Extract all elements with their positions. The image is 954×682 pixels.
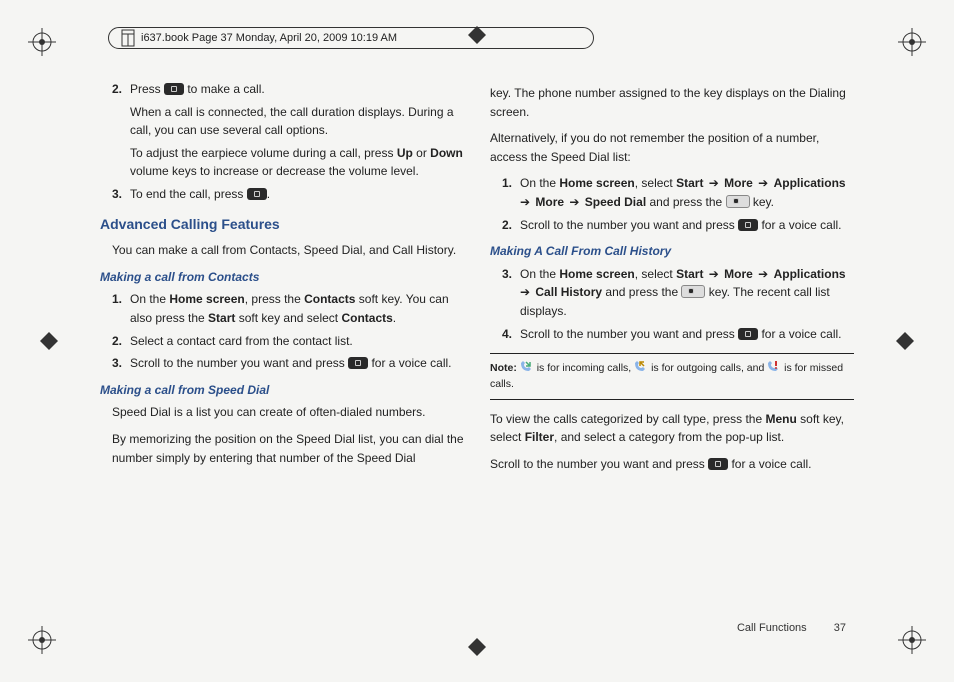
book-icon	[121, 29, 135, 47]
missed-call-icon	[767, 360, 781, 374]
page-content: 2. Press to make a call. When a call is …	[100, 80, 854, 622]
step-2-para-1: When a call is connected, the call durat…	[130, 103, 464, 140]
incoming-call-icon	[520, 360, 534, 374]
step-3: 3. To end the call, press .	[100, 185, 464, 204]
call-key-icon	[164, 83, 184, 95]
step-body: To end the call, press .	[130, 185, 464, 204]
crop-mark-top-right	[898, 28, 926, 56]
contacts-step-1: 1. On the Home screen, press the Contact…	[100, 290, 464, 327]
page-footer: Call Functions 37	[737, 622, 846, 634]
step-number: 3.	[100, 354, 130, 373]
speeddial-step-2: 2. Scroll to the number you want and pre…	[490, 216, 854, 235]
view-calls-para-2: Scroll to the number you want and press …	[490, 455, 854, 474]
step-body: Scroll to the number you want and press …	[130, 354, 464, 373]
history-step-4: 4. Scroll to the number you want and pre…	[490, 325, 854, 344]
note-box: Note: is for incoming calls, is for outg…	[490, 353, 854, 400]
registration-mark-right	[896, 332, 914, 350]
contacts-step-2: 2. Select a contact card from the contac…	[100, 332, 464, 351]
step-body: On the Home screen, select Start ➔ More …	[520, 174, 854, 211]
step-number: 3.	[490, 265, 520, 321]
call-key-icon	[348, 357, 368, 369]
note-label: Note:	[490, 362, 517, 374]
step-2: 2. Press to make a call. When a call is …	[100, 80, 464, 181]
page-header-box: i637.book Page 37 Monday, April 20, 2009…	[108, 27, 594, 49]
crop-mark-bottom-left	[28, 626, 56, 654]
right-top-para-1: key. The phone number assigned to the ke…	[490, 84, 854, 121]
step-body: Press to make a call. When a call is con…	[130, 80, 464, 181]
right-column: key. The phone number assigned to the ke…	[490, 80, 854, 622]
call-key-icon	[738, 219, 758, 231]
right-top-para-2: Alternatively, if you do not remember th…	[490, 129, 854, 166]
history-step-3: 3. On the Home screen, select Start ➔ Mo…	[490, 265, 854, 321]
step-number: 1.	[490, 174, 520, 211]
ok-key-icon	[681, 285, 705, 298]
footer-section: Call Functions	[737, 622, 807, 634]
step-number: 2.	[100, 332, 130, 351]
call-key-icon	[738, 328, 758, 340]
call-key-icon	[708, 458, 728, 470]
footer-page-number: 37	[834, 622, 846, 634]
left-column: 2. Press to make a call. When a call is …	[100, 80, 464, 622]
step-body: Select a contact card from the contact l…	[130, 332, 464, 351]
subheading-call-history: Making A Call From Call History	[490, 242, 854, 261]
subheading-contacts: Making a call from Contacts	[100, 268, 464, 287]
registration-mark-left	[40, 332, 58, 350]
view-calls-para-1: To view the calls categorized by call ty…	[490, 410, 854, 447]
speeddial-step-1: 1. On the Home screen, select Start ➔ Mo…	[490, 174, 854, 211]
step-number: 2.	[100, 80, 130, 181]
step-number: 4.	[490, 325, 520, 344]
end-key-icon	[247, 188, 267, 200]
step-number: 3.	[100, 185, 130, 204]
section-heading-advanced: Advanced Calling Features	[100, 214, 464, 236]
registration-mark-bottom	[468, 638, 486, 656]
step-body: Scroll to the number you want and press …	[520, 325, 854, 344]
step-body: On the Home screen, select Start ➔ More …	[520, 265, 854, 321]
crop-mark-bottom-right	[898, 626, 926, 654]
step-number: 1.	[100, 290, 130, 327]
outgoing-call-icon	[634, 360, 648, 374]
step-number: 2.	[490, 216, 520, 235]
ok-key-icon	[726, 195, 750, 208]
contacts-step-3: 3. Scroll to the number you want and pre…	[100, 354, 464, 373]
step-body: Scroll to the number you want and press …	[520, 216, 854, 235]
page-header-text: i637.book Page 37 Monday, April 20, 2009…	[141, 32, 397, 44]
subheading-speed-dial: Making a call from Speed Dial	[100, 381, 464, 400]
advanced-intro: You can make a call from Contacts, Speed…	[112, 241, 464, 260]
step-body: On the Home screen, press the Contacts s…	[130, 290, 464, 327]
speed-dial-para-2: By memorizing the position on the Speed …	[112, 430, 464, 467]
step-2-para-2: To adjust the earpiece volume during a c…	[130, 144, 464, 181]
crop-mark-top-left	[28, 28, 56, 56]
speed-dial-para-1: Speed Dial is a list you can create of o…	[112, 403, 464, 422]
